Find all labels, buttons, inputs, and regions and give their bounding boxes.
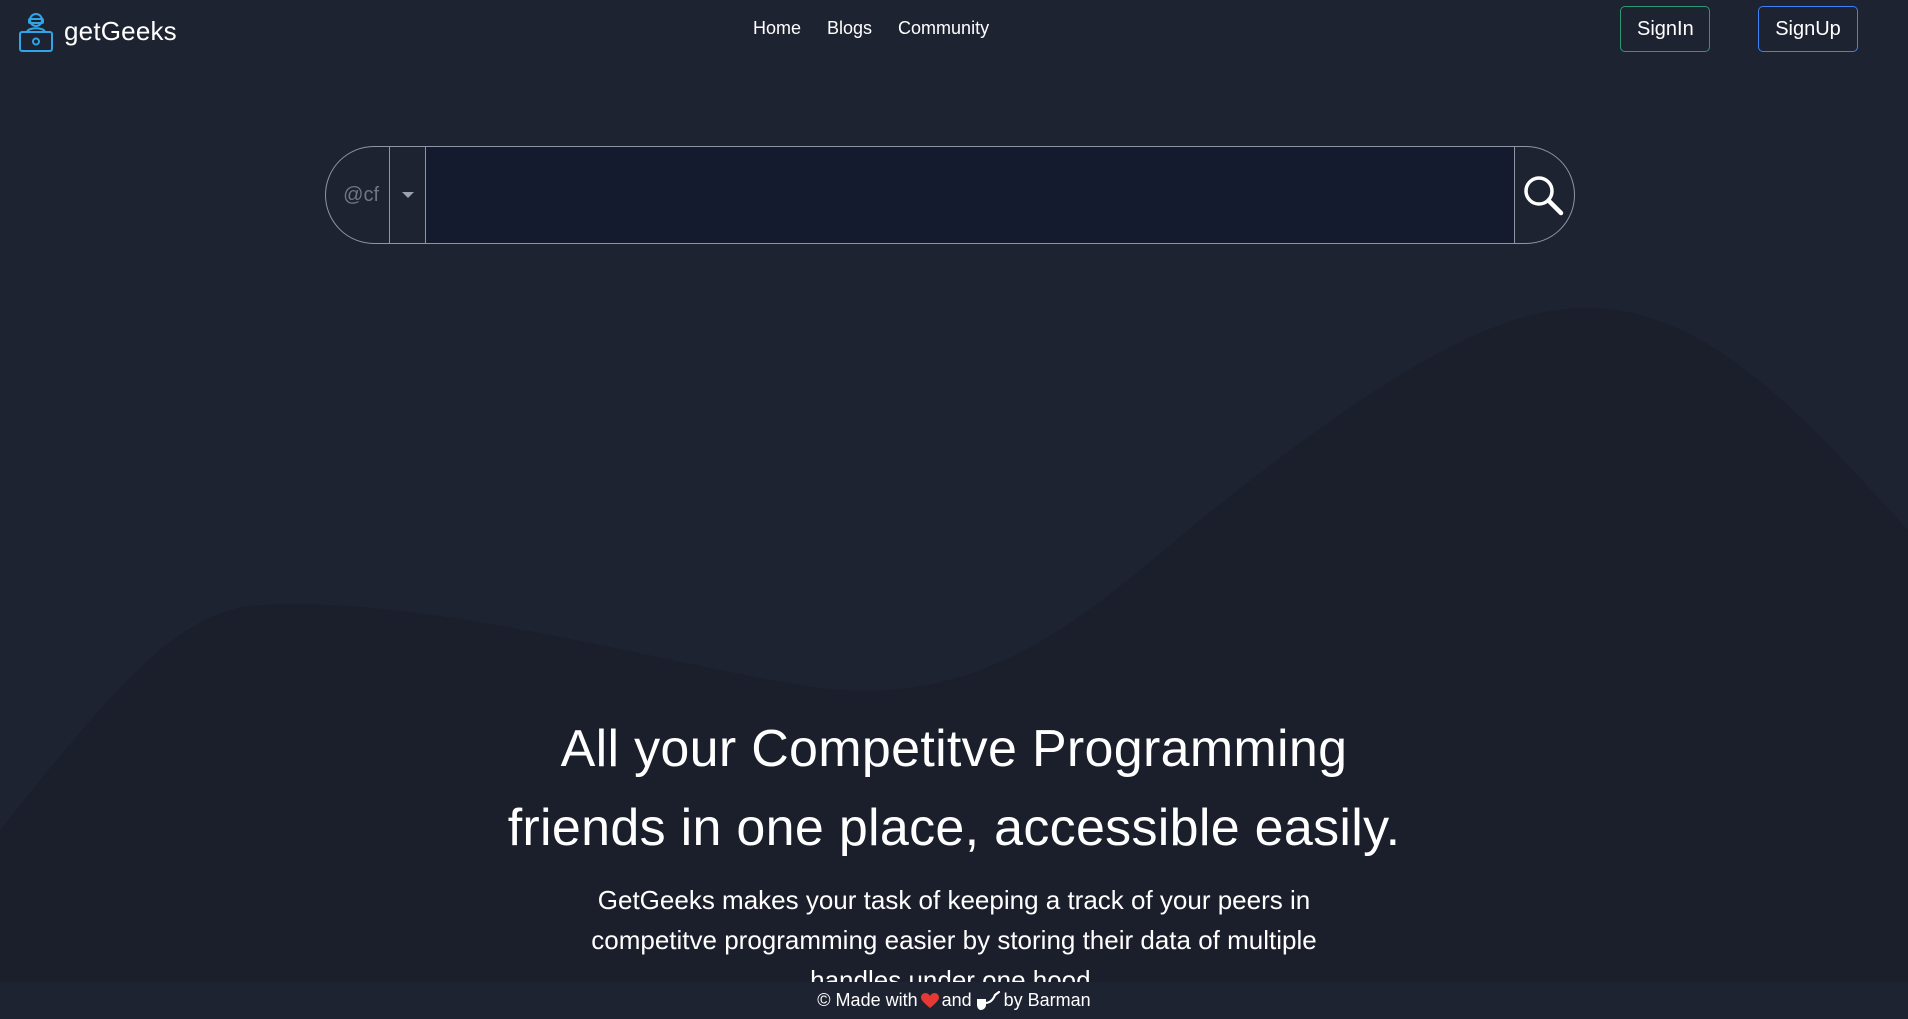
signin-button[interactable]: SignIn (1620, 6, 1710, 52)
pipe-icon (976, 990, 1000, 1010)
hero-section: All your Competitve Programming friends … (0, 710, 1908, 1000)
nav-link-home[interactable]: Home (740, 14, 814, 42)
nav-link-blogs[interactable]: Blogs (814, 14, 885, 42)
search-input[interactable] (426, 147, 1514, 243)
hero-title-line-1: All your Competitve Programming (560, 720, 1348, 778)
hacker-laptop-icon (19, 13, 53, 52)
search-bar: @cf (325, 146, 1575, 244)
brand-logo[interactable]: getGeeks (16, 10, 177, 52)
handle-dropdown-toggle[interactable] (390, 147, 426, 243)
footer-and: and (941, 990, 972, 1010)
footer: © Made with and by Barman (0, 982, 1908, 1019)
footer-made-with: © Made with (817, 990, 918, 1010)
footer-by: by Barman (1003, 990, 1091, 1010)
hero-title-line-2: friends in one place, accessible easily. (507, 799, 1401, 857)
nav-links: Home Blogs Community (740, 14, 1002, 42)
brand-name: getGeeks (64, 16, 177, 46)
search-icon (1524, 176, 1564, 216)
navbar: getGeeks Home Blogs Community SignIn Sig… (0, 0, 1908, 58)
caret-down-icon (401, 192, 414, 198)
nav-link-community[interactable]: Community (885, 14, 1002, 42)
heart-icon (920, 992, 939, 1008)
hero-title: All your Competitve Programming friends … (0, 710, 1908, 868)
signup-button[interactable]: SignUp (1758, 6, 1858, 52)
